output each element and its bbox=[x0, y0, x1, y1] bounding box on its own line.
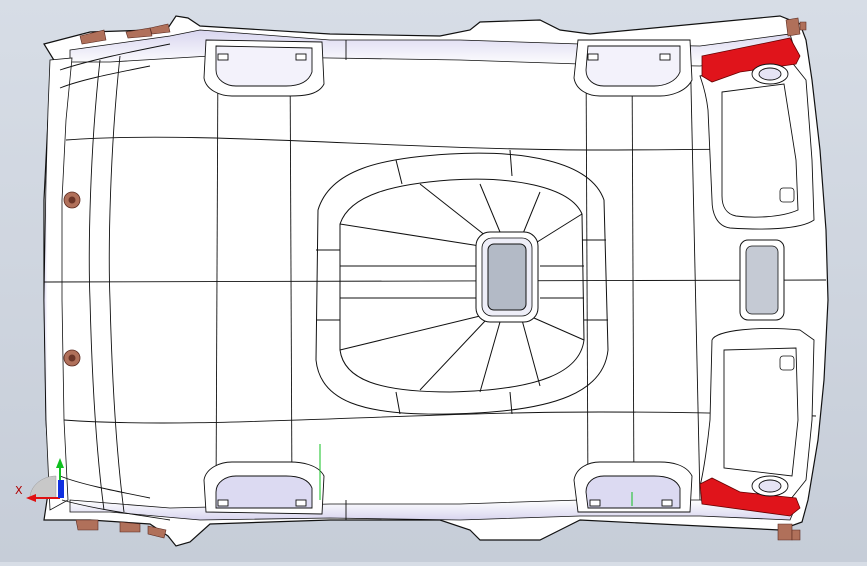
grab-handle-bottom-right bbox=[573, 461, 693, 513]
sunroof-opening bbox=[487, 243, 527, 311]
rear-light-lens bbox=[745, 245, 779, 315]
headliner-model[interactable] bbox=[0, 0, 867, 562]
clip-boss-top bbox=[751, 63, 789, 85]
triad-z-axis bbox=[58, 480, 64, 498]
clip-boss-bottom bbox=[751, 475, 789, 497]
small-clip-upper bbox=[779, 187, 795, 203]
grab-handle-top-left bbox=[203, 39, 325, 97]
grab-handle-bottom-left bbox=[203, 461, 325, 515]
side-clip-upper bbox=[63, 191, 81, 209]
triad-cone bbox=[29, 475, 57, 499]
triad-x-label: X bbox=[15, 484, 23, 497]
side-clip-lower bbox=[63, 349, 81, 367]
coordinate-triad[interactable] bbox=[26, 458, 64, 502]
grab-handle-top-right bbox=[573, 39, 693, 97]
rear-panel-bottom bbox=[699, 328, 815, 501]
rear-panel-top bbox=[699, 59, 815, 230]
small-clip-lower bbox=[779, 355, 795, 371]
cad-viewport[interactable]: X bbox=[0, 0, 867, 562]
